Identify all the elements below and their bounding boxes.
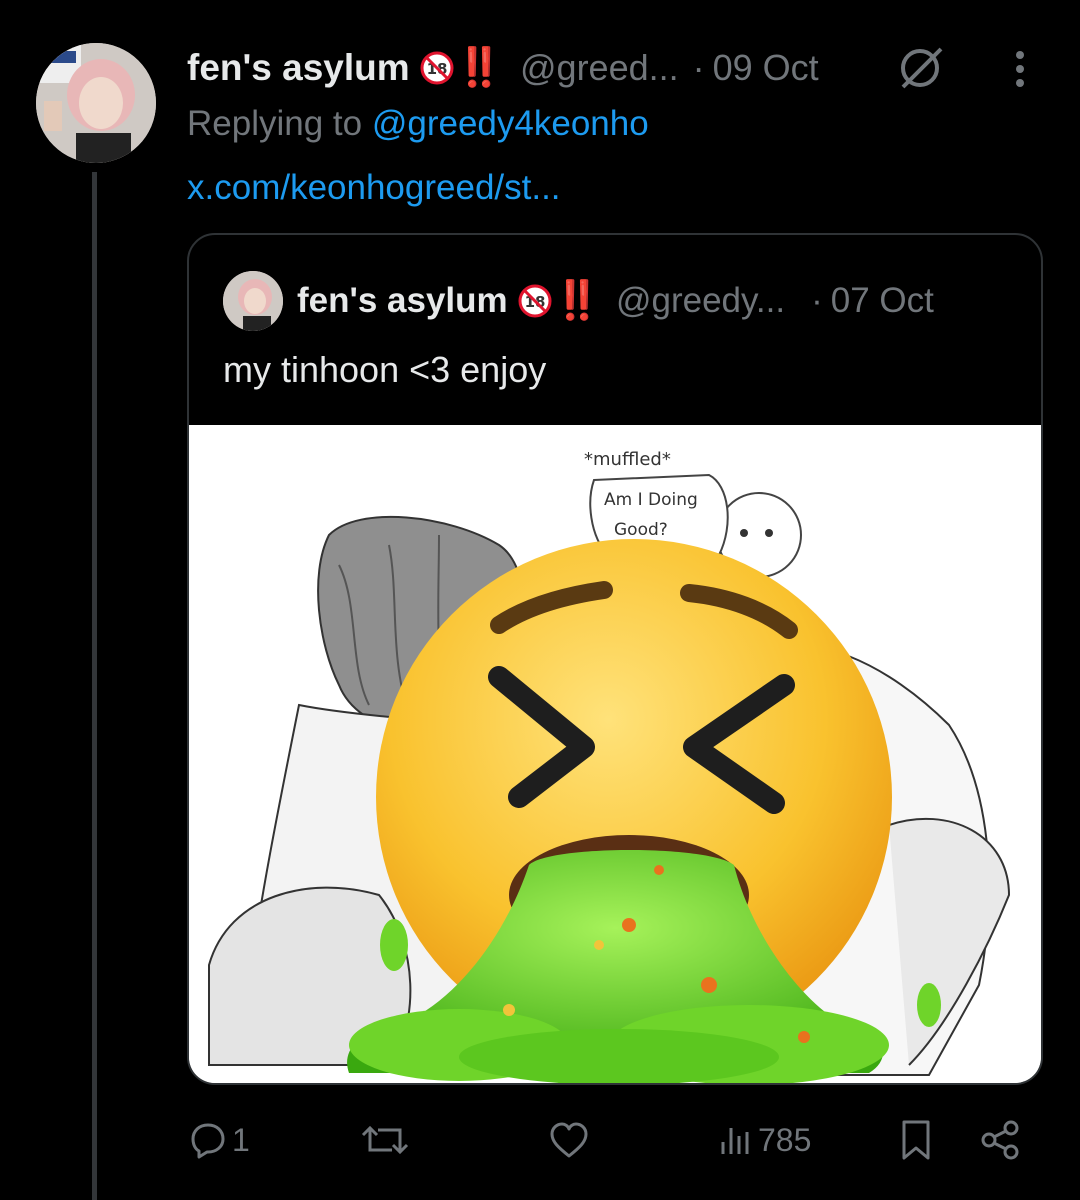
reply-button[interactable]: 1 xyxy=(188,1110,250,1170)
quote-author-handle: @greedy... xyxy=(615,281,786,320)
like-button[interactable] xyxy=(548,1110,590,1170)
quote-media-image[interactable]: *muffled* Am I Doing Good? xyxy=(189,425,1041,1083)
quote-timestamp: 07 Oct xyxy=(830,281,934,320)
reply-count: 1 xyxy=(232,1121,250,1158)
sketch-image: *muffled* Am I Doing Good? xyxy=(189,425,1041,1083)
bookmark-icon xyxy=(902,1120,930,1160)
share-icon xyxy=(981,1120,1019,1160)
double-exclamation-icon: ‼️ xyxy=(553,280,601,322)
separator-dot: · xyxy=(692,47,705,88)
quote-tweet-card[interactable]: fen's asylum 18 ‼️ @greedy... · 07 Oct m… xyxy=(187,233,1043,1085)
replying-prefix: Replying to xyxy=(187,104,363,143)
replying-handle-link[interactable]: @greedy4keonho xyxy=(372,104,649,143)
grok-icon[interactable] xyxy=(895,43,945,93)
retweet-button[interactable] xyxy=(360,1110,410,1170)
views-icon xyxy=(721,1128,749,1154)
tweet-header: fen's asylum 18 ‼️ @greed... · 09 Oct xyxy=(187,40,819,96)
separator-dot: · xyxy=(811,281,823,320)
replying-to: Replying to @greedy4keonho xyxy=(187,104,649,144)
thread-line xyxy=(92,172,97,1200)
quote-text: my tinhoon <3 enjoy xyxy=(223,349,547,390)
author-name[interactable]: fen's asylum xyxy=(187,47,410,89)
reply-icon xyxy=(191,1123,225,1159)
bookmark-button[interactable] xyxy=(898,1110,934,1170)
avatar[interactable] xyxy=(36,43,156,163)
sketch-text-2: Am I Doing xyxy=(604,490,698,510)
quote-avatar-photo xyxy=(223,271,283,331)
quote-author-name: fen's asylum xyxy=(297,281,508,320)
like-icon xyxy=(550,1122,588,1158)
author-handle[interactable]: @greed... xyxy=(520,47,679,89)
no-under-18-icon: 18 xyxy=(420,51,454,85)
share-button[interactable] xyxy=(978,1110,1022,1170)
more-icon[interactable] xyxy=(1005,47,1035,91)
quote-avatar xyxy=(223,271,283,331)
no-under-18-icon: 18 xyxy=(518,284,552,318)
sketch-text-1: *muffled* xyxy=(584,449,671,470)
tweet-timestamp[interactable]: 09 Oct xyxy=(713,47,819,89)
retweet-icon xyxy=(361,1125,409,1155)
action-bar: 1 785 xyxy=(0,1110,1080,1170)
quote-header: fen's asylum 18 ‼️ @greedy... · 07 Oct xyxy=(223,269,934,333)
tweet-link[interactable]: x.com/keonhogreed/st... xyxy=(187,168,561,208)
double-exclamation-icon: ‼️ xyxy=(455,47,503,89)
views-button[interactable]: 785 xyxy=(718,1110,811,1170)
views-count: 785 xyxy=(758,1121,812,1158)
avatar-photo xyxy=(36,43,156,163)
sketch-text-3: Good? xyxy=(614,520,668,540)
